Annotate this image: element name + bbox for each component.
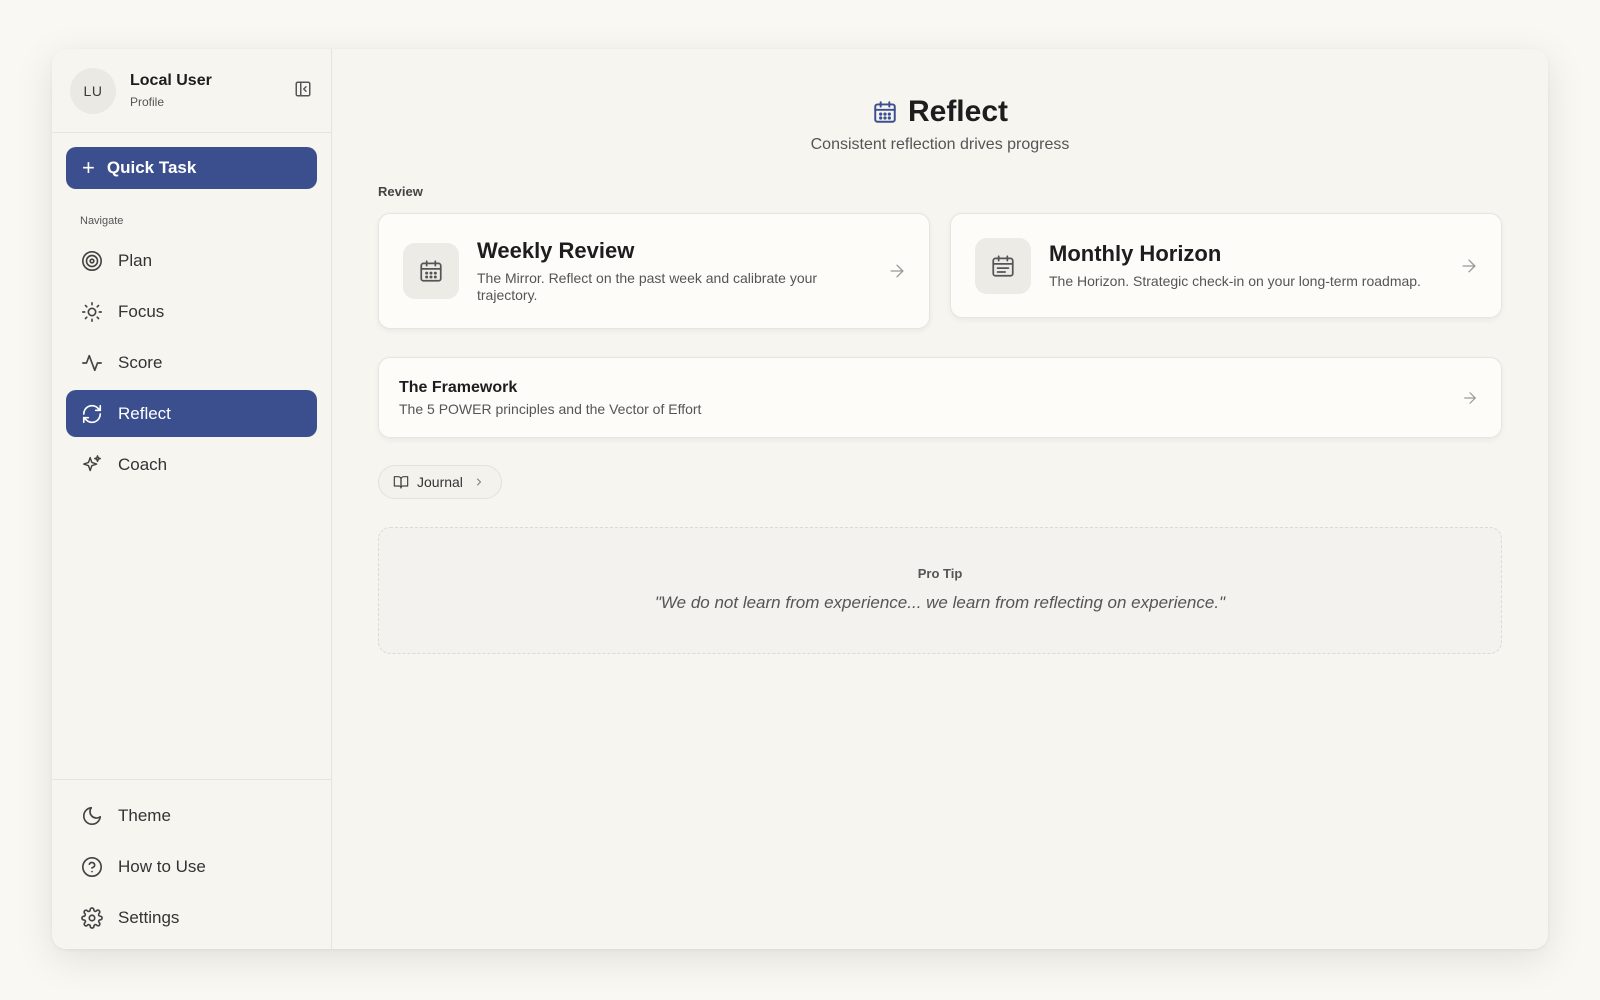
sidebar-item-reflect[interactable]: Reflect	[66, 390, 317, 437]
card-title: Monthly Horizon	[1049, 241, 1222, 266]
profile-text: Local User Profile	[130, 72, 212, 109]
avatar[interactable]: LU	[70, 67, 116, 114]
sidebar-footer: Theme How to Use Settings	[52, 779, 331, 949]
calendar-icon	[403, 243, 459, 299]
page-subtitle: Consistent reflection drives progress	[810, 136, 1070, 153]
profile-subtitle[interactable]: Profile	[130, 95, 212, 109]
framework-card[interactable]: The Framework The 5 POWER principles and…	[378, 357, 1502, 438]
plus-icon: +	[82, 155, 95, 180]
monthly-horizon-card[interactable]: Monthly Horizon The Horizon. Strategic c…	[950, 213, 1502, 318]
quick-task-label: Quick Task	[106, 158, 197, 177]
gear-icon	[80, 906, 104, 930]
card-description: The Mirror. Reflect on the past week and…	[477, 270, 818, 303]
sidebar-item-score[interactable]: Score	[66, 339, 317, 386]
framework-description: The 5 POWER principles and the Vector of…	[399, 400, 702, 417]
book-open-icon	[393, 474, 409, 490]
pro-tip-box: Pro Tip "We do not learn from experience…	[378, 527, 1502, 654]
sidebar-item-how-to-use[interactable]: How to Use	[66, 843, 317, 890]
review-cards: Weekly Review The Mirror. Reflect on the…	[378, 213, 1502, 329]
sidebar-item-label: How to Use	[118, 856, 206, 876]
activity-icon	[80, 351, 104, 375]
review-section-label: Review	[378, 184, 423, 199]
arrow-right-icon	[1461, 389, 1479, 407]
page-title-text: Reflect	[907, 95, 1009, 128]
refresh-icon	[80, 402, 104, 426]
page-title: Reflect	[872, 95, 1008, 129]
sidebar-item-label: Score	[118, 352, 163, 372]
profile-name: Local User	[130, 72, 212, 89]
weekly-review-card[interactable]: Weekly Review The Mirror. Reflect on the…	[378, 213, 930, 329]
sidebar-item-label: Settings	[118, 907, 180, 927]
page-header: Reflect Consistent reflection drives pro…	[378, 49, 1502, 154]
profile-header[interactable]: LU Local User Profile	[52, 49, 331, 133]
calendar-icon	[872, 99, 898, 125]
calendar-lines-icon	[975, 237, 1031, 294]
card-description: The Horizon. Strategic check-in on your …	[1049, 273, 1421, 289]
main-content: Reflect Consistent reflection drives pro…	[332, 49, 1548, 949]
sidebar-item-label: Reflect	[118, 403, 171, 423]
sidebar-item-theme[interactable]: Theme	[66, 792, 317, 839]
pro-tip-title: Pro Tip	[917, 566, 963, 581]
sidebar-item-coach[interactable]: Coach	[66, 441, 317, 488]
sidebar: LU Local User Profile + Quick Task Navig…	[52, 49, 332, 949]
journal-button[interactable]: Journal	[378, 465, 502, 499]
sidebar-item-plan[interactable]: Plan	[66, 237, 317, 284]
sidebar-collapse-icon	[295, 81, 311, 97]
main-nav: Plan Focus Score Reflect Coach	[52, 237, 331, 492]
target-icon	[80, 249, 104, 273]
card-text: Monthly Horizon The Horizon. Strategic c…	[1049, 241, 1471, 290]
help-circle-icon	[80, 855, 104, 879]
sidebar-item-label: Focus	[118, 301, 165, 321]
sidebar-item-label: Plan	[118, 250, 153, 270]
sun-icon	[80, 300, 104, 324]
sparkles-icon	[80, 453, 104, 477]
framework-title: The Framework	[399, 378, 518, 396]
nav-section-label: Navigate	[80, 215, 124, 227]
collapse-sidebar-button[interactable]	[293, 79, 313, 99]
sidebar-item-settings[interactable]: Settings	[66, 894, 317, 941]
quick-task-button[interactable]: + Quick Task	[66, 147, 317, 189]
sidebar-item-focus[interactable]: Focus	[66, 288, 317, 335]
journal-label: Journal	[417, 474, 463, 490]
sidebar-item-label: Theme	[118, 805, 171, 825]
sidebar-item-label: Coach	[118, 454, 168, 474]
card-title: Weekly Review	[477, 238, 635, 263]
arrow-right-icon	[1459, 256, 1479, 276]
app-window: LU Local User Profile + Quick Task Navig…	[52, 49, 1548, 949]
card-text: Weekly Review The Mirror. Reflect on the…	[477, 238, 905, 304]
chevron-right-icon	[473, 476, 485, 488]
arrow-right-icon	[887, 261, 907, 281]
moon-icon	[80, 804, 104, 828]
pro-tip-quote: "We do not learn from experience... we l…	[654, 593, 1226, 612]
